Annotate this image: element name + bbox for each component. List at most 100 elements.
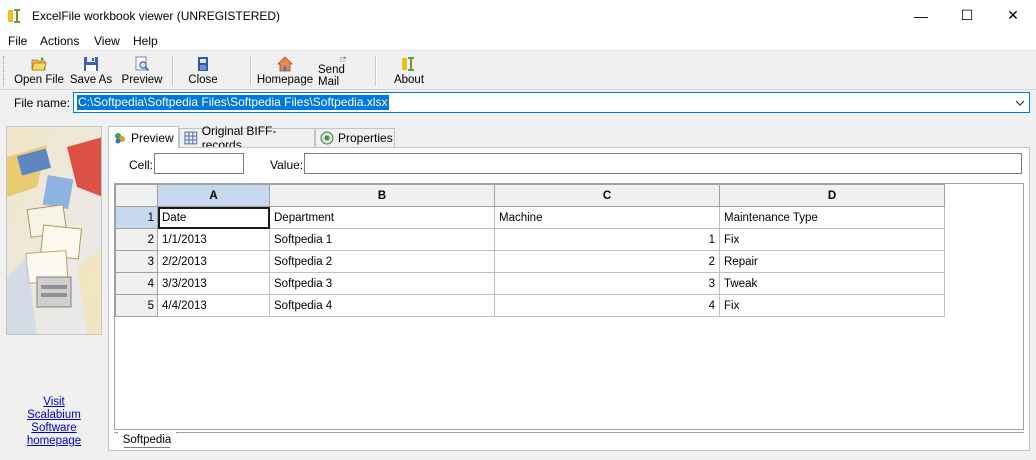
cell[interactable]: 2/2/2013: [157, 250, 270, 273]
floppy-disk-icon: [84, 57, 98, 71]
app-icon: [8, 9, 20, 23]
toolbar-grip[interactable]: [3, 56, 6, 86]
window-title: ExcelFile workbook viewer (UNREGISTERED): [32, 9, 281, 23]
homepage-label: Homepage: [256, 74, 314, 86]
scalabium-homepage-link[interactable]: Visit Scalabium Software homepage: [6, 396, 102, 448]
table-row: 3 2/2/2013 Softpedia 2 2 Repair: [115, 250, 945, 273]
column-header-row: A B C D: [115, 184, 945, 207]
cell[interactable]: Machine: [494, 206, 720, 229]
cell[interactable]: Date: [157, 206, 270, 229]
sheet-tab-bar: Softpedia: [114, 432, 1024, 448]
menu-help[interactable]: Help: [133, 34, 158, 48]
grid-icon: [184, 131, 198, 145]
cell-input[interactable]: [154, 153, 244, 174]
cell[interactable]: Department: [269, 206, 495, 229]
about-button[interactable]: About: [390, 54, 428, 88]
preview-button[interactable]: Preview: [119, 54, 165, 88]
column-header[interactable]: A: [157, 184, 270, 207]
cell[interactable]: Softpedia 3: [269, 272, 495, 295]
file-name-label: File name:: [14, 96, 71, 110]
about-icon: [402, 57, 414, 71]
preview-label: Preview: [121, 74, 163, 86]
save-as-button[interactable]: Save As: [68, 54, 114, 88]
mail-icon: [340, 56, 346, 62]
file-name-combobox[interactable]: C:\Softpedia\Softpedia Files\Softpedia F…: [73, 92, 1030, 113]
preview-tab-icon: [115, 132, 125, 143]
maximize-icon: ☐: [960, 7, 974, 23]
close-label: Close: [188, 74, 218, 86]
preview-icon: [135, 56, 150, 72]
certificates-illustration: [7, 127, 101, 334]
sheet-tab[interactable]: Softpedia: [117, 432, 177, 448]
row-header[interactable]: 1: [115, 206, 158, 229]
spreadsheet-grid[interactable]: A B C D 1 Date Department Machine Mainte…: [114, 183, 1024, 430]
toolbar-separator: [375, 56, 377, 86]
toolbar: Open File Save As Preview Close Homepage…: [0, 52, 1036, 90]
row-header[interactable]: 3: [115, 250, 158, 273]
link-line[interactable]: homepage: [6, 435, 102, 448]
table-row: 5 4/4/2013 Softpedia 4 4 Fix: [115, 294, 945, 317]
preview-panel: Cell: Value: A B C D 1 Date Department M…: [108, 147, 1030, 451]
toolbar-separator: [250, 56, 252, 86]
column-header[interactable]: B: [269, 184, 495, 207]
menu-file[interactable]: File: [8, 34, 27, 48]
cell[interactable]: Softpedia 4: [269, 294, 495, 317]
cell[interactable]: Fix: [719, 294, 945, 317]
tab-properties-label: Properties: [338, 131, 393, 145]
tab-properties[interactable]: Properties: [315, 128, 395, 147]
file-name-value[interactable]: C:\Softpedia\Softpedia Files\Softpedia F…: [77, 95, 389, 110]
value-input[interactable]: [304, 153, 1022, 174]
tab-preview[interactable]: Preview: [108, 126, 179, 148]
title-bar: ExcelFile workbook viewer (UNREGISTERED)…: [0, 0, 1036, 31]
close-document-icon: [198, 57, 208, 71]
cell[interactable]: Repair: [719, 250, 945, 273]
cell[interactable]: 4: [494, 294, 720, 317]
column-header[interactable]: C: [494, 184, 720, 207]
cell[interactable]: Softpedia 1: [269, 228, 495, 251]
row-header[interactable]: 4: [115, 272, 158, 295]
close-window-button[interactable]: ✕: [990, 0, 1036, 31]
menu-actions[interactable]: Actions: [40, 34, 79, 48]
open-file-button[interactable]: Open File: [14, 54, 64, 88]
menu-view[interactable]: View: [94, 34, 120, 48]
cell[interactable]: Softpedia 2: [269, 250, 495, 273]
cell[interactable]: 4/4/2013: [157, 294, 270, 317]
toolbar-separator: [172, 56, 174, 86]
send-mail-button[interactable]: Send Mail: [318, 54, 368, 88]
cell[interactable]: Maintenance Type: [719, 206, 945, 229]
homepage-button[interactable]: Homepage: [256, 54, 314, 88]
chevron-down-icon: [1015, 100, 1025, 106]
cell[interactable]: Fix: [719, 228, 945, 251]
about-label: About: [393, 74, 425, 86]
dropdown-arrow-button[interactable]: [1011, 93, 1029, 112]
maximize-button[interactable]: ☐: [944, 0, 990, 31]
send-mail-label: Send Mail: [318, 64, 345, 88]
close-button[interactable]: Close: [182, 54, 224, 88]
cell[interactable]: 2: [494, 250, 720, 273]
properties-icon: [320, 131, 334, 145]
cell[interactable]: 1: [494, 228, 720, 251]
row-header[interactable]: 2: [115, 228, 158, 251]
select-all-corner[interactable]: [115, 184, 158, 207]
save-as-label: Save As: [69, 74, 113, 86]
cell[interactable]: Tweak: [719, 272, 945, 295]
cell[interactable]: 3: [494, 272, 720, 295]
menu-bar: File Actions View Help: [0, 31, 1036, 51]
table-row: 2 1/1/2013 Softpedia 1 1 Fix: [115, 228, 945, 251]
tab-preview-label: Preview: [131, 130, 174, 145]
cell[interactable]: 3/3/2013: [157, 272, 270, 295]
tab-original-biff-records[interactable]: Original BIFF-records: [179, 124, 315, 152]
cell[interactable]: 1/1/2013: [157, 228, 270, 251]
home-icon: [277, 56, 293, 72]
value-label: Value:: [270, 158, 304, 172]
left-panel: Visit Scalabium Software homepage: [6, 126, 102, 451]
link-line[interactable]: Scalabium Software: [6, 409, 102, 435]
minimize-button[interactable]: —: [898, 0, 944, 31]
column-header[interactable]: D: [719, 184, 945, 207]
link-line[interactable]: Visit: [6, 396, 102, 409]
table-row: 1 Date Department Machine Maintenance Ty…: [115, 206, 945, 229]
table-row: 4 3/3/2013 Softpedia 3 3 Tweak: [115, 272, 945, 295]
minimize-icon: —: [914, 7, 928, 24]
row-header[interactable]: 5: [115, 294, 158, 317]
spreadsheet-table: A B C D 1 Date Department Machine Mainte…: [115, 184, 945, 317]
